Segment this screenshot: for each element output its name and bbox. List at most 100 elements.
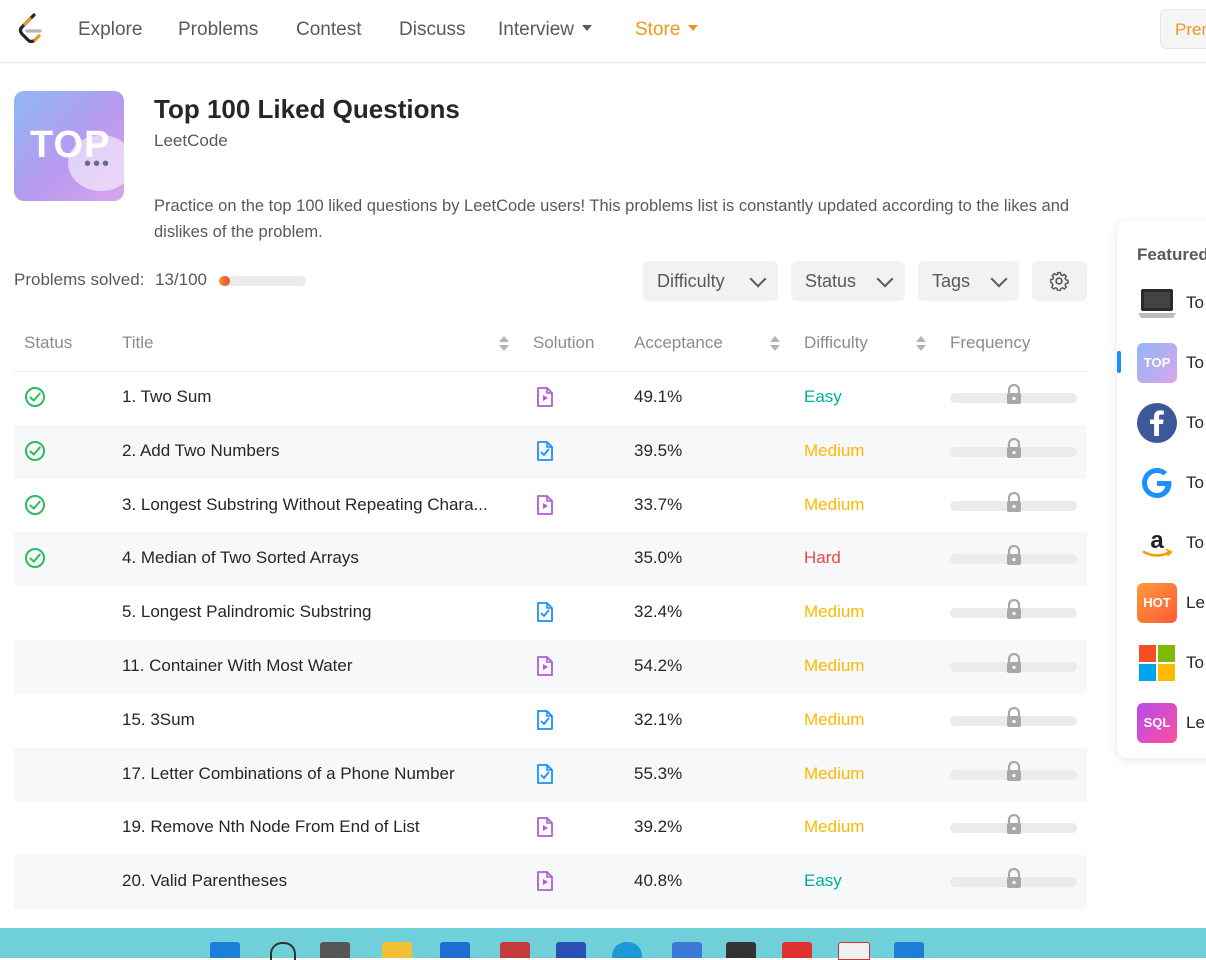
column-title[interactable]: Title [122, 333, 154, 353]
settings-button[interactable] [1032, 261, 1087, 301]
gear-icon [1049, 271, 1069, 291]
nav-problems[interactable]: Problems [178, 19, 258, 41]
lock-icon [1004, 383, 1024, 405]
sort-icon[interactable] [770, 336, 780, 352]
featured-title: Featured [1137, 245, 1206, 264]
featured-list-item[interactable]: To [1117, 643, 1206, 699]
os-taskbar [0, 928, 1206, 960]
article-solution-icon[interactable] [535, 601, 555, 623]
nav-discuss[interactable]: Discuss [399, 19, 466, 41]
status-filter-button[interactable]: Status [791, 261, 905, 301]
problem-title-link[interactable]: 19. Remove Nth Node From End of List [122, 817, 420, 837]
video-solution-icon[interactable] [535, 386, 555, 408]
problem-title-link[interactable]: 17. Letter Combinations of a Phone Numbe… [122, 764, 455, 784]
app-icon[interactable] [782, 942, 812, 958]
frequency-bar [950, 491, 1077, 512]
list-cover-image: ••• TOP [14, 91, 124, 201]
leetcode-logo-icon[interactable] [16, 12, 46, 46]
difficulty-label: Medium [804, 440, 865, 460]
app-icon[interactable] [838, 942, 870, 960]
table-row: 4. Median of Two Sorted Arrays 35.0% Hard [14, 532, 1087, 587]
difficulty-filter-button[interactable]: Difficulty [643, 261, 778, 301]
featured-item-label: To [1186, 353, 1204, 372]
featured-list-item[interactable]: a To [1117, 523, 1206, 579]
table-row: 2. Add Two Numbers 39.5% Medium [14, 424, 1087, 479]
video-solution-icon[interactable] [535, 655, 555, 677]
nav-store[interactable]: Store [635, 19, 699, 41]
problem-title-link[interactable]: 2. Add Two Numbers [122, 441, 280, 461]
app-icon[interactable] [556, 942, 586, 958]
solved-check-icon [24, 440, 46, 462]
sort-icon[interactable] [916, 336, 926, 352]
edge-browser-icon[interactable] [612, 942, 642, 958]
featured-list-item[interactable]: To [1117, 283, 1206, 339]
featured-list-item[interactable]: SQL Le [1117, 703, 1206, 759]
app-icon[interactable] [440, 942, 470, 958]
page-title: Top 100 Liked Questions [154, 94, 460, 124]
featured-list-item[interactable]: TOP To [1117, 343, 1206, 399]
list-description: Practice on the top 100 liked questions … [154, 197, 1070, 241]
column-acceptance[interactable]: Acceptance [634, 333, 723, 353]
solved-check-icon [24, 494, 46, 516]
task-view-icon[interactable] [320, 942, 350, 958]
problem-title-link[interactable]: 15. 3Sum [122, 710, 195, 730]
laptop-icon [1137, 283, 1177, 323]
acceptance-rate: 49.1% [634, 387, 683, 406]
acceptance-rate: 33.7% [634, 494, 683, 514]
table-row: 1. Two Sum 49.1% Easy [14, 371, 1087, 425]
app-icon[interactable] [672, 942, 702, 958]
column-status: Status [24, 333, 73, 352]
amazon-icon: a [1137, 523, 1177, 563]
lock-icon [1004, 598, 1024, 620]
featured-list-item[interactable]: To [1117, 463, 1206, 519]
facebook-icon [1137, 403, 1177, 443]
table-row: 11. Container With Most Water 54.2% Medium [14, 640, 1087, 694]
featured-lists-panel: Featured To TOP To To To a To HOT Le To SQL Le [1117, 221, 1206, 758]
featured-item-label: To [1186, 533, 1204, 552]
featured-list-item[interactable]: HOT Le [1117, 583, 1206, 639]
tags-filter-button[interactable]: Tags [918, 261, 1019, 301]
progress-label: Problems solved: [14, 270, 145, 289]
premium-button[interactable]: Premium [1160, 9, 1206, 49]
frequency-bar [950, 868, 1077, 889]
article-solution-icon[interactable] [535, 440, 555, 462]
lock-icon [1004, 867, 1024, 889]
nav-explore[interactable]: Explore [78, 19, 142, 41]
problem-title-link[interactable]: 3. Longest Substring Without Repeating C… [122, 495, 488, 515]
video-solution-icon[interactable] [535, 816, 555, 838]
problem-title-link[interactable]: 20. Valid Parentheses [122, 871, 287, 891]
article-solution-icon[interactable] [535, 709, 555, 731]
app-icon[interactable] [500, 942, 530, 958]
status-filter-label: Status [805, 271, 857, 291]
column-frequency[interactable]: Frequency [950, 333, 1030, 353]
file-explorer-icon[interactable] [382, 942, 412, 958]
top-list-icon: TOP [1137, 343, 1177, 383]
problem-title-link[interactable]: 4. Median of Two Sorted Arrays [122, 548, 359, 568]
problem-title-link[interactable]: 5. Longest Palindromic Substring [122, 602, 371, 622]
video-solution-icon[interactable] [535, 870, 555, 892]
vscode-icon[interactable] [894, 942, 924, 958]
problem-title-link[interactable]: 1. Two Sum [122, 387, 211, 407]
acceptance-rate: 32.1% [634, 709, 683, 729]
sort-icon[interactable] [499, 336, 509, 352]
list-author[interactable]: LeetCode [154, 131, 228, 151]
column-difficulty[interactable]: Difficulty [804, 333, 868, 353]
table-row: 20. Valid Parentheses 40.8% Easy [14, 855, 1087, 910]
difficulty-label: Medium [804, 656, 865, 675]
hot-icon: HOT [1137, 583, 1177, 623]
nav-contest[interactable]: Contest [296, 19, 361, 41]
terminal-icon[interactable] [726, 942, 756, 958]
lock-icon [1004, 652, 1024, 674]
featured-list-item[interactable]: To [1117, 403, 1206, 459]
search-icon[interactable] [270, 942, 296, 960]
article-solution-icon[interactable] [535, 763, 555, 785]
frequency-bar [950, 383, 1077, 404]
svg-text:a: a [1150, 527, 1164, 554]
nav-label: Explore [78, 19, 143, 40]
acceptance-rate: 39.5% [634, 440, 683, 460]
start-icon[interactable] [210, 942, 240, 958]
featured-item-label: Le [1186, 593, 1205, 612]
problem-title-link[interactable]: 11. Container With Most Water [122, 656, 353, 676]
video-solution-icon[interactable] [535, 494, 555, 516]
nav-interview[interactable]: Interview [498, 19, 593, 41]
